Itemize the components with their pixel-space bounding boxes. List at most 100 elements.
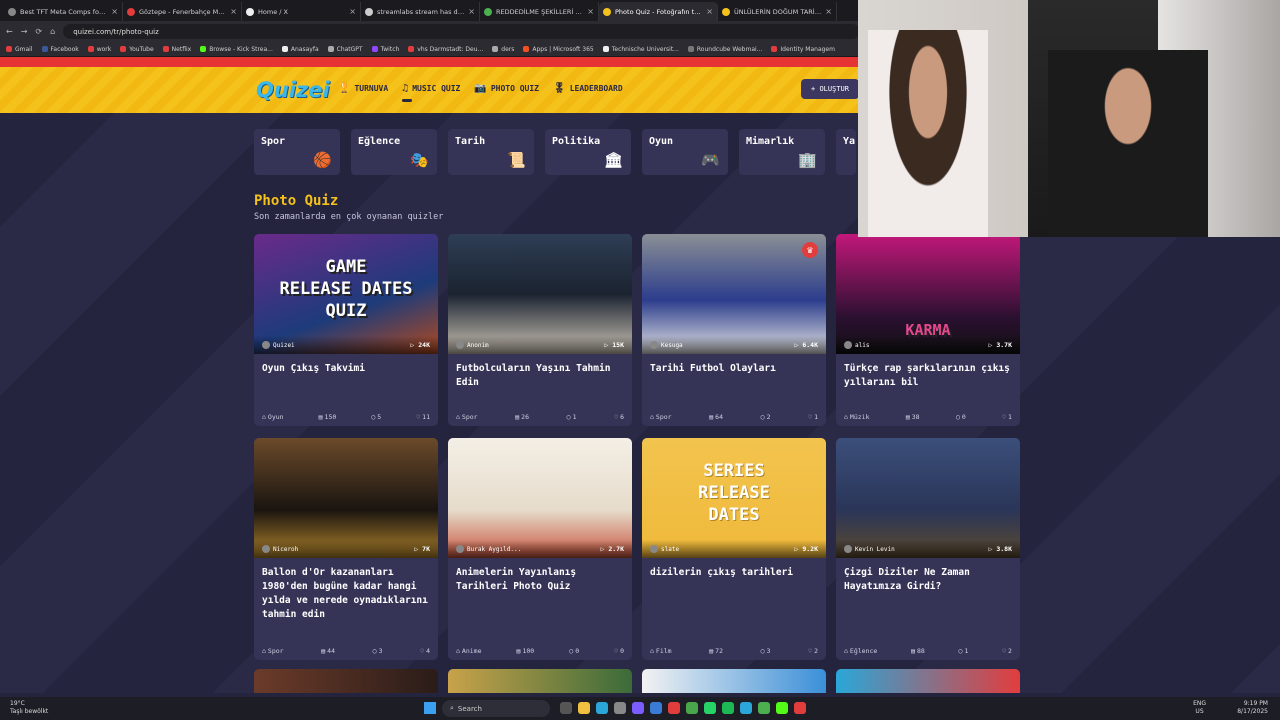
- whatsapp-icon[interactable]: [704, 702, 716, 714]
- system-clock[interactable]: 9:19 PM 8/17/2025: [1237, 700, 1268, 716]
- bookmark-item[interactable]: YouTube: [120, 46, 154, 53]
- quiz-card-partial[interactable]: [836, 669, 1020, 693]
- tab-favicon-icon: [127, 7, 135, 16]
- tab-close-icon[interactable]: ×: [825, 7, 832, 16]
- stat-value: 150: [324, 413, 337, 421]
- forward-icon[interactable]: →: [21, 27, 28, 36]
- nav-turnuva[interactable]: 🏆 TURNUVA: [338, 83, 388, 94]
- tab-title: Photo Quiz - Fotoğrafın tarihi: [615, 7, 703, 16]
- category-card[interactable]: Spor 🏀: [254, 129, 340, 175]
- quiz-card-partial[interactable]: [448, 669, 632, 693]
- quiz-card[interactable]: Anonim ▷ 15K Futbolcuların Yaşını Tahmin E…: [448, 234, 632, 426]
- bookmark-item[interactable]: vhs Darmstadt: Deu...: [408, 46, 483, 53]
- quiz-card[interactable]: Niceroh ▷ 7K Ballon d'Or kazananları 1980'…: [254, 438, 438, 660]
- quiz-author[interactable]: Quizei: [262, 341, 295, 349]
- bookmark-item[interactable]: Netflix: [162, 46, 191, 53]
- nav-leaderboard[interactable]: 🎖 LEADERBOARD: [553, 83, 623, 94]
- home-icon[interactable]: ⌂: [50, 27, 55, 36]
- quiz-author[interactable]: Anonim: [456, 341, 489, 349]
- quiz-card-partial[interactable]: [254, 669, 438, 693]
- quiz-title[interactable]: Animelerin Yayınlanış Tarihleri Photo Qu…: [448, 558, 632, 600]
- bookmark-item[interactable]: Anasayfa: [281, 46, 319, 53]
- back-icon[interactable]: ←: [6, 27, 13, 36]
- nav-music-quiz[interactable]: ♫ MUSIC QUIZ: [402, 83, 460, 102]
- bookmark-item[interactable]: work: [87, 46, 111, 53]
- browser-tab[interactable]: Photo Quiz - Fotoğrafın tarihi ×: [599, 2, 718, 21]
- browser-tab[interactable]: Best TFT Meta Comps for Set 1 ×: [4, 2, 123, 21]
- tab-close-icon[interactable]: ×: [468, 7, 475, 16]
- chrome-icon[interactable]: [686, 702, 698, 714]
- quiz-title[interactable]: Futbolcuların Yaşını Tahmin Edin: [448, 354, 632, 396]
- obs-icon[interactable]: [758, 702, 770, 714]
- quiz-title[interactable]: Tarihi Futbol Olayları: [642, 354, 826, 396]
- browser-tab[interactable]: REDDEDİLME ŞEKİLLERİ (KÖR S ×: [480, 2, 599, 21]
- create-button[interactable]: + OLUŞTUR: [801, 79, 859, 99]
- discord-icon[interactable]: [632, 702, 644, 714]
- quiz-author[interactable]: Kevin Levin: [844, 545, 895, 553]
- bookmark-item[interactable]: Roundcube Webmai...: [687, 46, 762, 53]
- quiz-card[interactable]: Kevin Levin ▷ 3.8K Çizgi Diziler Ne Zaman …: [836, 438, 1020, 660]
- browser-tab[interactable]: Göztepe - Fenerbahçe Maç Sor ×: [123, 2, 242, 21]
- app-icon[interactable]: [668, 702, 680, 714]
- bookmark-item[interactable]: Apps | Microsoft 365: [523, 46, 594, 53]
- bookmark-item[interactable]: Gmail: [6, 46, 33, 53]
- quiz-card[interactable]: Burak Aygıld... ▷ 2.7K Animelerin Yayınlan…: [448, 438, 632, 660]
- browser-tab[interactable]: Home / X ×: [242, 2, 361, 21]
- category-card[interactable]: Mimarlık 🏢: [739, 129, 825, 175]
- quiz-author[interactable]: Kesuga: [650, 341, 683, 349]
- quiz-card[interactable]: ♛ Kesuga ▷ 6.4K Tarihi Futbol Olayları ⌂ Spor…: [642, 234, 826, 426]
- windows-start-icon[interactable]: [424, 702, 436, 714]
- category-card[interactable]: Eğlence 🎭: [351, 129, 437, 175]
- spotify-icon[interactable]: [722, 702, 734, 714]
- stat-value: 88: [916, 647, 925, 655]
- tab-close-icon[interactable]: ×: [587, 7, 594, 16]
- tab-close-icon[interactable]: ×: [349, 7, 356, 16]
- bookmark-item[interactable]: Twitch: [371, 46, 399, 53]
- url-input[interactable]: quizei.com/tr/photo-quiz: [63, 24, 860, 39]
- quiz-author[interactable]: Burak Aygıld...: [456, 545, 521, 553]
- stat-value: 0: [575, 647, 580, 655]
- site-logo[interactable]: Quizei: [256, 78, 330, 102]
- app-icon[interactable]: [794, 702, 806, 714]
- category-card[interactable]: Tarih 📜: [448, 129, 534, 175]
- category-card[interactable]: Ya: [836, 129, 856, 175]
- bookmark-item[interactable]: Facebook: [41, 46, 79, 53]
- steam-icon[interactable]: [740, 702, 752, 714]
- tab-close-icon[interactable]: ×: [230, 7, 237, 16]
- quiz-title[interactable]: dizilerin çıkış tarihleri: [642, 558, 826, 600]
- quiz-card[interactable]: KARMA alis ▷ 3.7K Türkçe rap şarkılarının ç…: [836, 234, 1020, 426]
- category-card[interactable]: Oyun 🎮: [642, 129, 728, 175]
- app-icon[interactable]: [776, 702, 788, 714]
- weather-widget[interactable]: 19°C Taşlı bewölkt: [10, 700, 48, 716]
- category-card[interactable]: Politika 🏛: [545, 129, 631, 175]
- browser-tab[interactable]: ÜNLÜLERİN DOĞUM TARİHİ (×: [718, 2, 837, 21]
- reload-icon[interactable]: ⟳: [35, 27, 42, 36]
- quiz-author[interactable]: slate: [650, 545, 679, 553]
- quiz-title[interactable]: Türkçe rap şarkılarının çıkış yıllarını …: [836, 354, 1020, 396]
- quiz-card[interactable]: GAME RELEASE DATES QUIZ Quizei ▷ 24K Oyun Ç…: [254, 234, 438, 426]
- edge-icon[interactable]: [596, 702, 608, 714]
- language-indicator[interactable]: ENG US: [1193, 700, 1206, 716]
- quiz-card-partial[interactable]: [642, 669, 826, 693]
- nav-photo-quiz[interactable]: 📷 PHOTO QUIZ: [474, 83, 539, 94]
- tab-close-icon[interactable]: ×: [111, 7, 118, 16]
- quiz-author[interactable]: Niceroh: [262, 545, 298, 553]
- bookmark-item[interactable]: Technische Universit...: [602, 46, 679, 53]
- quiz-title[interactable]: Ballon d'Or kazananları 1980'den bugüne …: [254, 558, 438, 620]
- quiz-author[interactable]: alis: [844, 341, 869, 349]
- quiz-title[interactable]: Oyun Çıkış Takvimi: [254, 354, 438, 396]
- tab-close-icon[interactable]: ×: [706, 7, 713, 16]
- bookmark-item[interactable]: ders: [492, 46, 514, 53]
- quiz-title[interactable]: Çizgi Diziler Ne Zaman Hayatımıza Girdi?: [836, 558, 1020, 600]
- quiz-card[interactable]: SERIES RELEASE DATES slate ▷ 9.2K dizilerin…: [642, 438, 826, 660]
- bookmark-item[interactable]: ChatGPT: [327, 46, 363, 53]
- file-explorer-icon[interactable]: [578, 702, 590, 714]
- browser-tab[interactable]: streamlabs stream has disconn ×: [361, 2, 480, 21]
- taskbar-search[interactable]: ⌕ Search: [442, 700, 550, 717]
- bookmark-item[interactable]: Browse - Kick Strea...: [200, 46, 273, 53]
- task-view-icon[interactable]: [560, 702, 572, 714]
- stat-value: 0: [961, 413, 966, 421]
- app-icon[interactable]: [650, 702, 662, 714]
- store-icon[interactable]: [614, 702, 626, 714]
- bookmark-item[interactable]: Identity Managem: [771, 46, 835, 53]
